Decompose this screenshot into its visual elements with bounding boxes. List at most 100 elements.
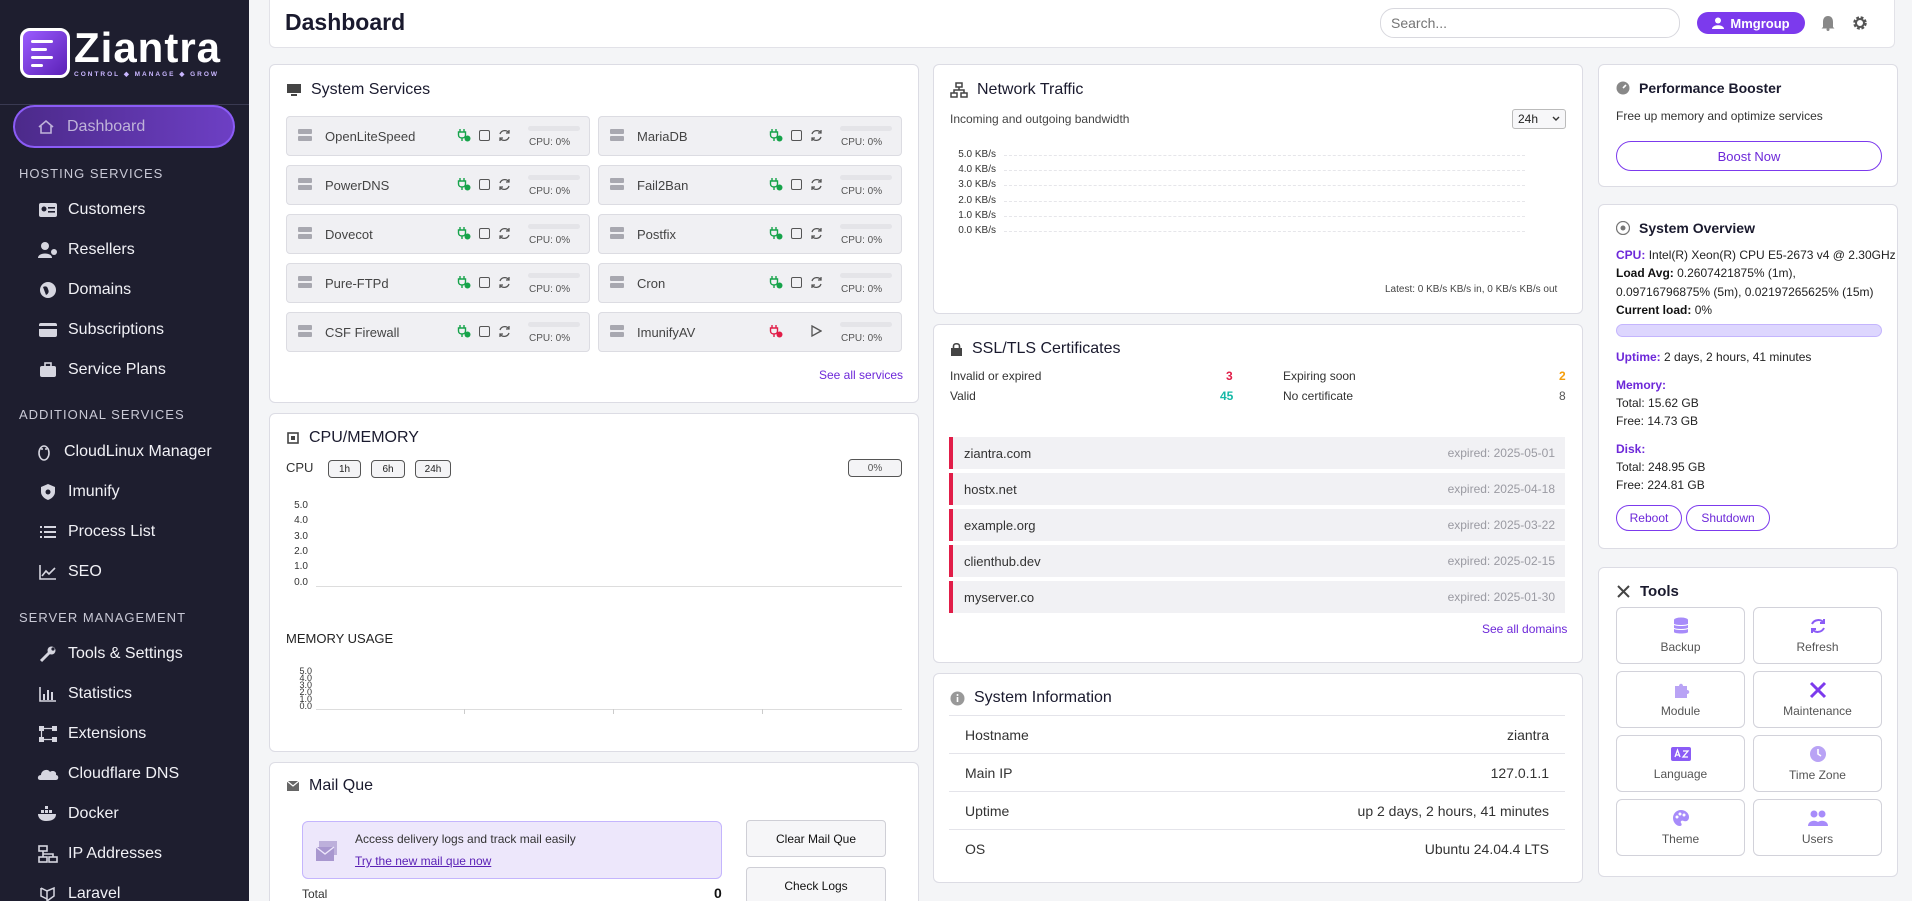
check-logs-button[interactable]: Check Logs	[746, 867, 886, 901]
restart-icon[interactable]	[498, 129, 511, 142]
overview-disk-total: Total: 248.95 GB	[1616, 460, 1706, 474]
grid-line	[1004, 155, 1525, 156]
boost-now-button[interactable]: Boost Now	[1616, 141, 1882, 171]
stop-checkbox[interactable]	[479, 227, 490, 239]
sidebar-item-tools-settings[interactable]: Tools & Settings	[37, 642, 183, 666]
overview-load: Load Avg: 0.2607421875% (1m),	[1616, 266, 1796, 280]
network-icon	[37, 843, 59, 865]
plug-status-running-icon[interactable]	[769, 128, 783, 142]
sidebar-item-imunify[interactable]: Imunify	[37, 480, 120, 504]
plug-status-stopped-icon[interactable]	[769, 324, 783, 338]
plug-status-running-icon[interactable]	[769, 177, 783, 191]
plug-status-running-icon[interactable]	[457, 275, 471, 289]
restart-icon[interactable]	[498, 227, 511, 240]
plug-status-running-icon[interactable]	[457, 128, 471, 142]
tool-time-zone-button[interactable]: Time Zone	[1753, 735, 1882, 792]
clear-mail-que-button[interactable]: Clear Mail Que	[746, 820, 886, 857]
service-cpu: CPU: 0%	[529, 186, 571, 197]
tool-label: Time Zone	[1789, 768, 1846, 782]
plug-status-running-icon[interactable]	[769, 226, 783, 240]
system-overview-title: System Overview	[1616, 220, 1755, 236]
stop-checkbox[interactable]	[791, 227, 802, 239]
sidebar-item-cloudlinux[interactable]: CloudLinux Manager	[33, 440, 212, 464]
logo-icon	[20, 28, 70, 78]
sidebar-item-statistics[interactable]: Statistics	[37, 682, 132, 706]
search-input[interactable]	[1380, 8, 1680, 38]
sidebar-item-docker[interactable]: Docker	[37, 802, 119, 826]
memory-chart-tick	[613, 709, 614, 714]
gear-icon[interactable]	[1852, 15, 1868, 31]
server-icon	[609, 128, 625, 142]
restart-icon[interactable]	[498, 178, 511, 191]
sidebar-item-laravel[interactable]: Laravel	[37, 882, 120, 901]
ssl-domain-row[interactable]: clienthub.dev expired: 2025-02-15	[949, 545, 1565, 577]
sidebar-item-dashboard[interactable]: Dashboard	[13, 105, 235, 148]
ssl-valid-label: Valid	[950, 389, 976, 403]
sidebar-item-cloudflare-dns[interactable]: Cloudflare DNS	[37, 762, 179, 786]
tool-backup-button[interactable]: Backup	[1616, 607, 1745, 664]
overview-memory-free: Free: 14.73 GB	[1616, 414, 1699, 428]
range-6h-button[interactable]: 6h	[371, 460, 405, 478]
sidebar-item-subscriptions[interactable]: Subscriptions	[37, 318, 164, 342]
language-icon	[1670, 746, 1692, 762]
restart-icon[interactable]	[810, 227, 823, 240]
sidebar-item-label: Extensions	[68, 725, 147, 742]
service-name: Pure-FTPd	[325, 276, 389, 291]
plug-status-running-icon[interactable]	[457, 226, 471, 240]
ssl-domain-row[interactable]: ziantra.com expired: 2025-05-01	[949, 437, 1565, 469]
sidebar-item-domains[interactable]: Domains	[37, 278, 131, 302]
start-icon[interactable]	[810, 325, 822, 337]
network-range-select[interactable]: 24h	[1512, 109, 1566, 129]
stop-checkbox[interactable]	[479, 178, 490, 190]
service-actions	[769, 177, 823, 191]
user-name: Mmgroup	[1730, 15, 1790, 31]
mail-icon	[286, 780, 300, 791]
restart-icon[interactable]	[810, 129, 823, 142]
stop-checkbox[interactable]	[479, 276, 490, 288]
range-1h-button[interactable]: 1h	[328, 460, 361, 478]
tool-users-button[interactable]: Users	[1753, 799, 1882, 856]
brand-logo[interactable]: Ziantra CONTROL ◆ MANAGE ◆ GROW	[20, 27, 221, 78]
sidebar-item-ip-addresses[interactable]: IP Addresses	[37, 842, 162, 866]
bell-icon[interactable]	[1821, 15, 1835, 31]
sidebar-item-service-plans[interactable]: Service Plans	[37, 358, 166, 382]
sidebar-item-seo[interactable]: SEO	[37, 560, 102, 584]
stop-checkbox[interactable]	[791, 178, 802, 190]
stop-checkbox[interactable]	[479, 129, 490, 141]
sidebar-item-resellers[interactable]: Resellers	[37, 238, 135, 262]
user-menu-button[interactable]: Mmgroup	[1697, 12, 1805, 34]
sidebar-item-process-list[interactable]: Process List	[37, 520, 155, 544]
stop-checkbox[interactable]	[791, 276, 802, 288]
sidebar-item-customers[interactable]: Customers	[37, 198, 145, 222]
mail-que-link[interactable]: Try the new mail que now	[355, 854, 491, 868]
cpu-usage-bar	[528, 126, 580, 131]
see-all-domains-link[interactable]: See all domains	[1482, 622, 1567, 636]
restart-icon[interactable]	[810, 178, 823, 191]
restart-icon[interactable]	[810, 276, 823, 289]
plug-status-running-icon[interactable]	[769, 275, 783, 289]
service-tile-powerdns: PowerDNS CPU: 0%	[286, 165, 590, 205]
plug-status-running-icon[interactable]	[457, 177, 471, 191]
sidebar-item-label: Process List	[68, 523, 156, 540]
ssl-domain-row[interactable]: hostx.net expired: 2025-04-18	[949, 473, 1565, 505]
tool-language-button[interactable]: Language	[1616, 735, 1745, 792]
range-24h-button[interactable]: 24h	[415, 460, 451, 478]
server-icon	[609, 177, 625, 191]
stop-checkbox[interactable]	[479, 325, 490, 337]
shutdown-button[interactable]: Shutdown	[1686, 505, 1770, 531]
ssl-invalid-label: Invalid or expired	[950, 369, 1042, 383]
ssl-domain-row[interactable]: myserver.co expired: 2025-01-30	[949, 581, 1565, 613]
restart-icon[interactable]	[498, 276, 511, 289]
restart-icon[interactable]	[498, 325, 511, 338]
plug-status-running-icon[interactable]	[457, 324, 471, 338]
tool-theme-button[interactable]: Theme	[1616, 799, 1745, 856]
stop-checkbox[interactable]	[791, 129, 802, 141]
tool-module-button[interactable]: Module	[1616, 671, 1745, 728]
sidebar-item-extensions[interactable]: Extensions	[37, 722, 146, 746]
overview-disk-label: Disk:	[1616, 442, 1646, 456]
tool-maintenance-button[interactable]: Maintenance	[1753, 671, 1882, 728]
ssl-domain-row[interactable]: example.org expired: 2025-03-22	[949, 509, 1565, 541]
tool-refresh-button[interactable]: Refresh	[1753, 607, 1882, 664]
see-all-services-link[interactable]: See all services	[819, 368, 903, 382]
reboot-button[interactable]: Reboot	[1616, 505, 1682, 531]
